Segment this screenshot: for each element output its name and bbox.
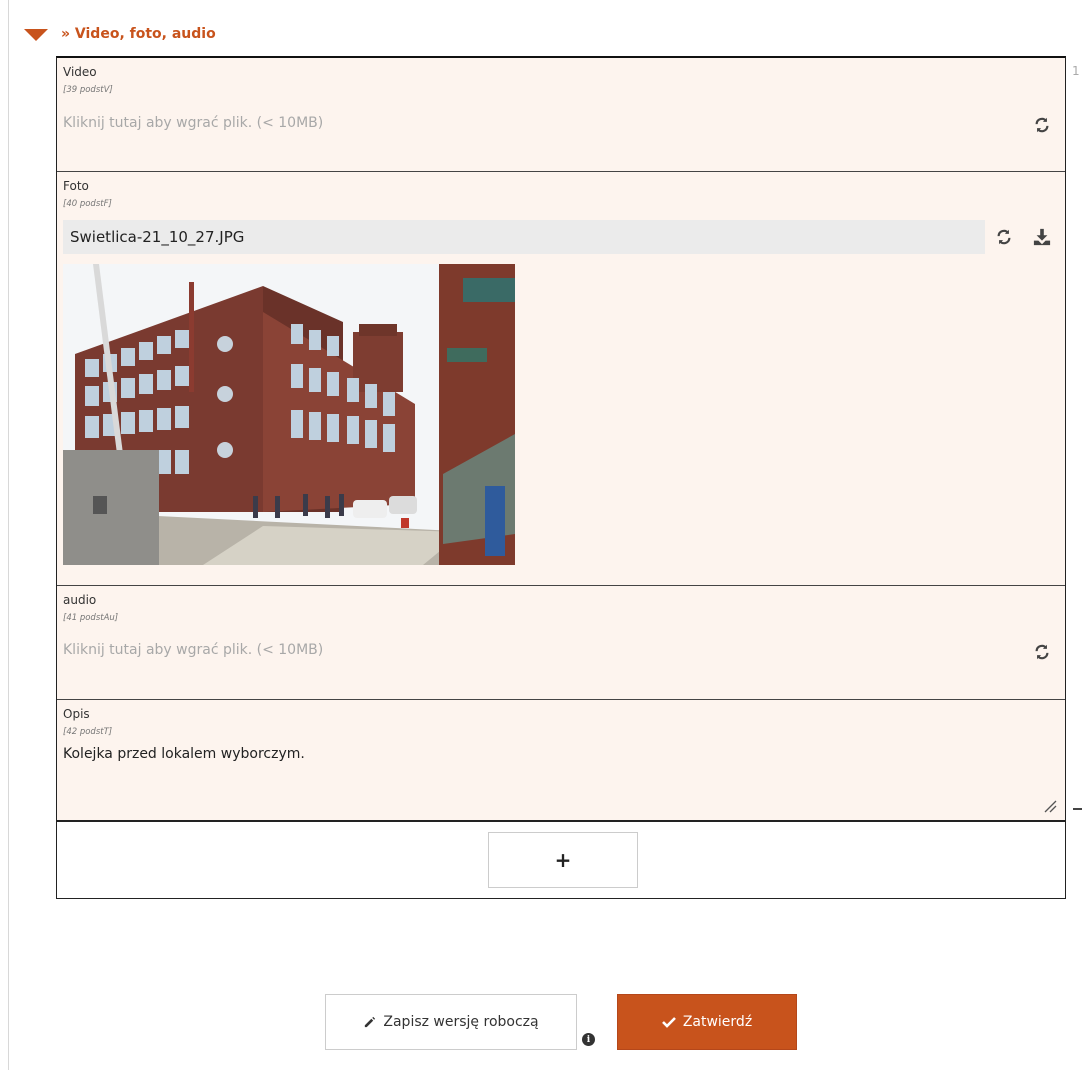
- check-icon: [661, 1016, 676, 1028]
- confirm-button[interactable]: Zatwierdź: [617, 994, 797, 1050]
- refresh-icon[interactable]: [1031, 114, 1053, 136]
- add-row-button[interactable]: +: [488, 832, 638, 888]
- video-label: Video: [63, 65, 97, 79]
- refresh-icon[interactable]: [993, 226, 1015, 248]
- left-border: [8, 0, 9, 1070]
- file-name-bar: Swietlica-21_10_27.JPG: [63, 220, 985, 254]
- download-icon[interactable]: [1031, 226, 1053, 248]
- info-icon[interactable]: i: [582, 1033, 595, 1046]
- audio-label: audio: [63, 593, 97, 607]
- audio-upload-area[interactable]: Kliknij tutaj aby wgrać plik. (< 10MB): [63, 642, 323, 658]
- photo-preview[interactable]: [63, 264, 515, 565]
- opis-text: Kolejka przed lokalem wyborczym.: [63, 746, 305, 762]
- confirm-label: Zatwierdź: [682, 1014, 753, 1030]
- opis-code: [42 podstT]: [63, 727, 113, 737]
- remove-row-dash[interactable]: [1073, 808, 1082, 810]
- foto-code: [40 podstF]: [63, 199, 112, 209]
- media-panel: Video [39 podstV] Kliknij tutaj aby wgra…: [56, 56, 1066, 899]
- audio-code: [41 podstAu]: [63, 613, 119, 623]
- opis-field: Opis [42 podstT] Kolejka przed lokalem w…: [57, 700, 1065, 822]
- section-title: » Video, foto, audio: [61, 26, 216, 42]
- row-counter: 1: [1072, 64, 1080, 78]
- video-field: Video [39 podstV] Kliknij tutaj aby wgra…: [57, 58, 1065, 172]
- video-upload-area[interactable]: Kliknij tutaj aby wgrać plik. (< 10MB): [63, 115, 323, 131]
- foto-field: Foto [40 podstF] Swietlica-21_10_27.JPG: [57, 172, 1065, 586]
- section-toggle[interactable]: » Video, foto, audio: [24, 24, 216, 44]
- opis-textarea[interactable]: Kolejka przed lokalem wyborczym.: [57, 740, 1065, 820]
- save-draft-label: Zapisz wersję roboczą: [383, 1014, 539, 1030]
- pencil-icon: [363, 1016, 376, 1029]
- building-photo: [63, 264, 515, 565]
- save-draft-button[interactable]: Zapisz wersję roboczą: [325, 994, 577, 1050]
- file-name: Swietlica-21_10_27.JPG: [70, 228, 245, 246]
- foto-label: Foto: [63, 179, 89, 193]
- video-code: [39 podstV]: [63, 85, 113, 95]
- refresh-icon[interactable]: [1031, 641, 1053, 663]
- caret-down-icon: [24, 29, 48, 41]
- opis-label: Opis: [63, 707, 90, 721]
- resize-grip-icon[interactable]: [1043, 798, 1057, 813]
- audio-field: audio [41 podstAu] Kliknij tutaj aby wgr…: [57, 586, 1065, 700]
